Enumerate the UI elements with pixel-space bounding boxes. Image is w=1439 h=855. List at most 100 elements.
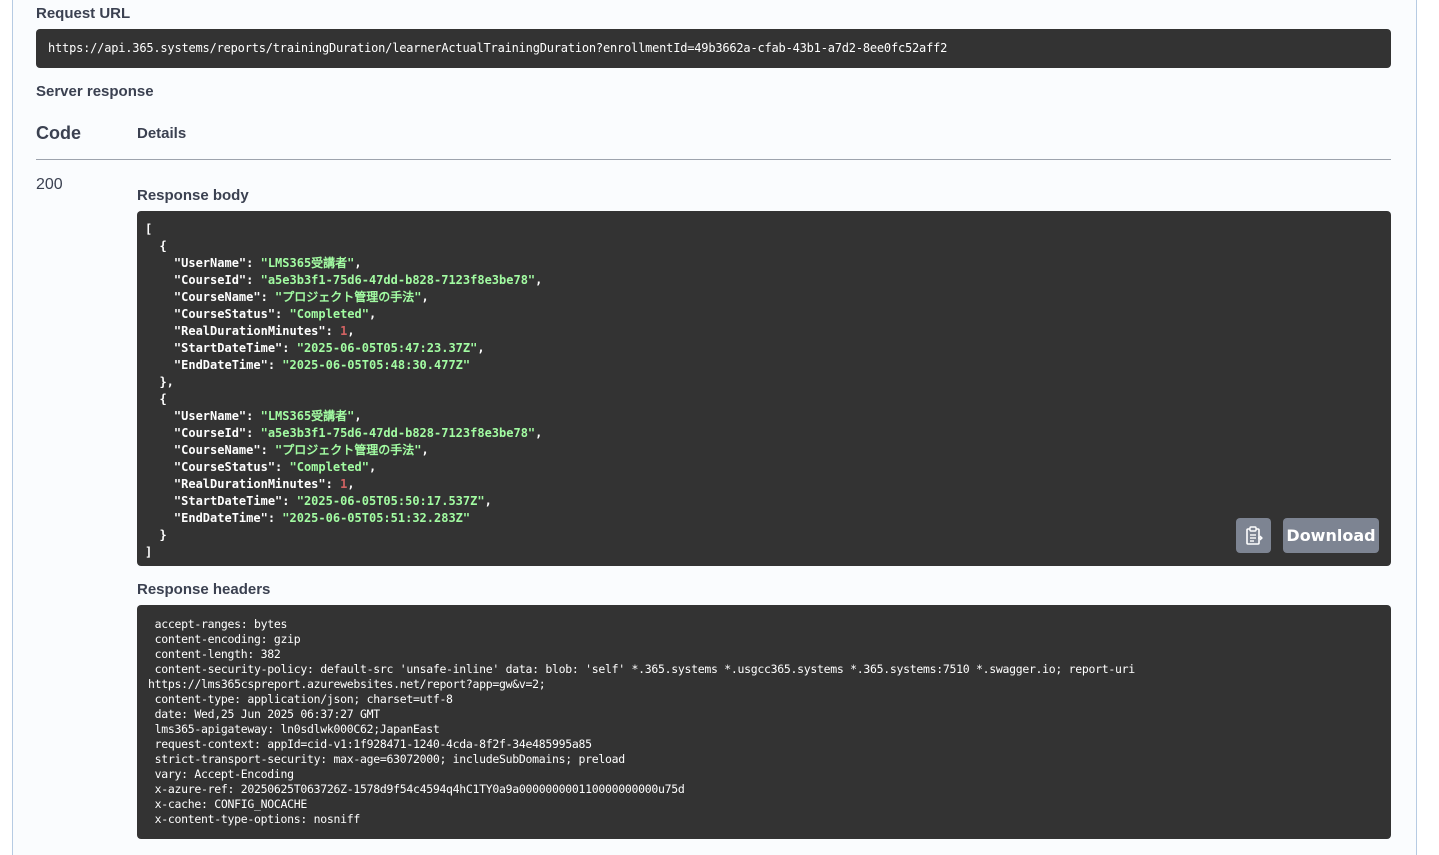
json-string: "2025-06-05T05:48:30.477Z" (282, 358, 471, 372)
response-body-line: [ (145, 221, 1383, 238)
json-string: "LMS365受講者" (260, 409, 355, 423)
response-body-line: } (145, 527, 1383, 544)
response-body-line: "CourseId": "a5e3b3f1-75d6-47dd-b828-712… (145, 272, 1383, 289)
response-body-line: { (145, 391, 1383, 408)
details-column-header: Details (137, 125, 187, 142)
response-header-line: x-azure-ref: 20250625T063726Z-1578d9f54c… (148, 782, 685, 796)
json-punctuation: , (535, 426, 543, 440)
json-punctuation: : (246, 273, 261, 287)
json-key: "RealDurationMinutes" (145, 324, 326, 338)
response-header-line: content-encoding: gzip (148, 632, 301, 646)
json-key: "EndDateTime" (145, 358, 268, 372)
response-body-line: ] (145, 544, 1383, 561)
json-string: "プロジェクト管理の手法" (275, 443, 422, 457)
response-body-line: "CourseStatus": "Completed", (145, 459, 1383, 476)
json-punctuation: }, (145, 375, 174, 389)
response-header-line: strict-transport-security: max-age=63072… (148, 752, 626, 766)
json-punctuation: [ (145, 222, 153, 236)
response-header-line: request-context: appId=cid-v1:1f928471-1… (148, 737, 592, 751)
response-body-line: "CourseStatus": "Completed", (145, 306, 1383, 323)
response-headers-code[interactable]: accept-ranges: bytes content-encoding: g… (137, 605, 1391, 839)
json-string: "Completed" (289, 307, 369, 321)
response-body-line: "CourseName": "プロジェクト管理の手法", (145, 442, 1383, 459)
json-string: "2025-06-05T05:51:32.283Z" (282, 511, 471, 525)
response-body-line: "RealDurationMinutes": 1, (145, 476, 1383, 493)
json-punctuation: , (368, 460, 377, 474)
json-string: "Completed" (289, 460, 369, 474)
json-string: "a5e3b3f1-75d6-47dd-b828-7123f8e3be78" (260, 426, 536, 440)
json-string: "プロジェクト管理の手法" (275, 290, 422, 304)
response-headers-label: Response headers (137, 581, 271, 598)
response-body-line: "StartDateTime": "2025-06-05T05:50:17.53… (145, 493, 1383, 510)
json-punctuation: : (325, 324, 341, 338)
json-key: "CourseId" (145, 273, 247, 287)
response-header-line: x-cache: CONFIG_NOCACHE (148, 797, 308, 811)
response-body-line: "UserName": "LMS365受講者", (145, 408, 1383, 425)
json-string: "2025-06-05T05:50:17.537Z" (296, 494, 485, 508)
code-column-header: Code (36, 123, 81, 143)
json-punctuation: , (368, 307, 377, 321)
json-key: "CourseName" (145, 290, 261, 304)
json-punctuation: : (282, 494, 297, 508)
json-key: "RealDurationMinutes" (145, 477, 326, 491)
json-punctuation: : (282, 341, 297, 355)
json-string: "a5e3b3f1-75d6-47dd-b828-7123f8e3be78" (260, 273, 536, 287)
status-code: 200 (36, 176, 63, 193)
response-header-line: content-security-policy: default-src 'un… (148, 662, 1136, 676)
response-body-line: "EndDateTime": "2025-06-05T05:48:30.477Z… (145, 357, 1383, 374)
json-punctuation: : (267, 358, 283, 372)
response-body-line: "CourseName": "プロジェクト管理の手法", (145, 289, 1383, 306)
request-url-label: Request URL (36, 5, 131, 22)
json-key: "CourseStatus" (145, 307, 276, 321)
json-punctuation: : (246, 256, 261, 270)
json-punctuation: : (260, 443, 276, 457)
response-body-line: }, (145, 374, 1383, 391)
response-header-line: date: Wed,25 Jun 2025 06:37:27 GMT (148, 707, 381, 721)
server-response-label: Server response (36, 83, 154, 100)
json-string: "LMS365受講者" (260, 256, 355, 270)
json-key: "CourseName" (145, 443, 261, 457)
json-punctuation: : (325, 477, 341, 491)
clipboard-icon (1245, 525, 1263, 545)
json-punctuation: : (260, 290, 276, 304)
json-punctuation: , (347, 477, 355, 491)
json-key: "StartDateTime" (145, 494, 283, 508)
json-punctuation: , (354, 256, 362, 270)
json-punctuation: : (275, 460, 290, 474)
json-punctuation: , (535, 273, 543, 287)
json-key: "UserName" (145, 256, 247, 270)
json-punctuation: , (347, 324, 355, 338)
request-url-value[interactable]: https://api.365.systems/reports/training… (36, 29, 1391, 68)
json-punctuation: : (275, 307, 290, 321)
json-punctuation: , (484, 494, 492, 508)
json-punctuation: { (145, 392, 167, 406)
json-key: "StartDateTime" (145, 341, 283, 355)
json-punctuation: : (246, 409, 261, 423)
json-string: "2025-06-05T05:47:23.37Z" (296, 341, 478, 355)
json-punctuation: , (421, 290, 429, 304)
response-body-line: "UserName": "LMS365受講者", (145, 255, 1383, 272)
json-key: "UserName" (145, 409, 247, 423)
response-header-line: content-length: 382 (148, 647, 281, 661)
response-body-code[interactable]: [ { "UserName": "LMS365受講者", "CourseId":… (137, 211, 1391, 566)
response-header-line: https://lms365cspreport.azurewebsites.ne… (148, 677, 546, 691)
response-body-line: "EndDateTime": "2025-06-05T05:51:32.283Z… (145, 510, 1383, 527)
download-button[interactable]: Download (1283, 518, 1379, 553)
copy-to-clipboard-button[interactable] (1236, 518, 1271, 553)
json-punctuation: : (246, 426, 261, 440)
json-punctuation: } (145, 528, 167, 542)
json-punctuation: { (145, 239, 167, 253)
json-key: "EndDateTime" (145, 511, 268, 525)
response-body-label: Response body (137, 187, 249, 204)
response-header-line: content-type: application/json; charset=… (148, 692, 453, 706)
response-header-line: vary: Accept-Encoding (148, 767, 294, 781)
response-body-line: "CourseId": "a5e3b3f1-75d6-47dd-b828-712… (145, 425, 1383, 442)
table-header-divider (36, 159, 1391, 160)
json-key: "CourseStatus" (145, 460, 276, 474)
response-header-line: accept-ranges: bytes (148, 617, 288, 631)
json-punctuation: , (421, 443, 429, 457)
json-punctuation: : (267, 511, 283, 525)
json-punctuation: , (477, 341, 485, 355)
json-key: "CourseId" (145, 426, 247, 440)
response-header-line: lms365-apigateway: ln0sdlwk000C62;JapanE… (148, 722, 440, 736)
